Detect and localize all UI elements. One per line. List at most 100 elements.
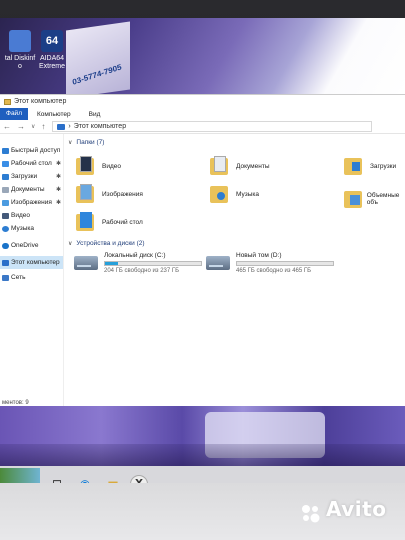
- folder-3d-objects[interactable]: Объемные объ: [344, 189, 405, 209]
- address-path[interactable]: › Этот компьютер: [52, 121, 373, 132]
- downloads-folder-icon: [344, 156, 364, 176]
- breadcrumb-chevron-icon: ›: [68, 123, 71, 130]
- desktop-background: tal Diskinf o 64 AIDA64 Extreme 03-5774-…: [0, 18, 405, 99]
- task-view-icon[interactable]: ⊟: [46, 473, 68, 484]
- chevron-down-icon[interactable]: ∨: [28, 123, 38, 130]
- drives-group-header[interactable]: ∨ Устройства и диски (2): [68, 240, 145, 247]
- watermark: Avito: [326, 497, 387, 521]
- explorer-icon[interactable]: ▬: [102, 473, 124, 484]
- chevron-down-icon: ∨: [68, 241, 73, 247]
- music-folder-icon: [210, 184, 230, 204]
- folder-desktop[interactable]: Рабочий стол: [76, 212, 143, 232]
- ribbon-tabs: Файл Компьютер Вид: [0, 108, 405, 120]
- video-folder-icon: [76, 156, 96, 176]
- music-icon: [2, 225, 9, 232]
- drive-usage-fill: [105, 262, 119, 265]
- breadcrumb: Этот компьютер: [73, 123, 127, 130]
- folder-music[interactable]: Музыка: [210, 184, 259, 204]
- folder-label: Загрузки: [370, 162, 397, 170]
- taskbar: ⊟ ◉ ▬ Y: [0, 466, 405, 483]
- hard-drive-icon: [74, 256, 98, 270]
- group-title: Устройства и диски (2): [76, 240, 145, 247]
- forward-arrow-icon[interactable]: →: [14, 122, 28, 131]
- nav-item-quick-access[interactable]: Быстрый доступ: [0, 144, 63, 157]
- desktop-folder-icon: [2, 160, 9, 167]
- back-arrow-icon[interactable]: ←: [0, 122, 14, 131]
- network-icon: [2, 274, 9, 281]
- folder-label: Музыка: [236, 190, 259, 198]
- pin-icon: ✱: [55, 161, 61, 167]
- edge-icon[interactable]: ◉: [74, 473, 96, 484]
- computer-icon: [2, 259, 9, 266]
- desktop-wallpaper: [0, 406, 405, 466]
- drive-label: Новый том (D:): [236, 252, 282, 259]
- folder-label: Документы: [236, 162, 270, 170]
- video-icon: [2, 212, 9, 219]
- drive-usage-bar: [104, 261, 202, 266]
- documents-folder-icon: [210, 156, 230, 176]
- screen: tal Diskinf o 64 AIDA64 Extreme 03-5774-…: [0, 18, 405, 483]
- group-title: Папки (7): [76, 139, 105, 146]
- pictures-folder-icon: [76, 184, 96, 204]
- nav-item-onedrive[interactable]: OneDrive: [0, 239, 63, 252]
- tab-view[interactable]: Вид: [80, 111, 110, 118]
- desktop-icon-label: AIDA64 Extreme: [38, 55, 66, 70]
- nav-item-label: Этот компьютер: [11, 259, 60, 266]
- up-arrow-icon[interactable]: ↑: [38, 122, 48, 131]
- folders-group-header[interactable]: ∨ Папки (7): [68, 139, 104, 146]
- aida64-icon: 64: [41, 30, 63, 52]
- nav-item-downloads[interactable]: Загрузки ✱: [0, 170, 63, 183]
- folder-downloads[interactable]: Загрузки: [344, 156, 396, 176]
- pin-icon: ✱: [55, 174, 61, 180]
- chevron-down-icon: ∨: [68, 140, 73, 146]
- nav-item-label: OneDrive: [11, 242, 39, 249]
- title-bar: Этот компьютер: [0, 95, 405, 108]
- nav-item-label: Сеть: [11, 274, 26, 281]
- folder-label: Объемные объ: [366, 192, 400, 206]
- nav-item-this-pc[interactable]: Этот компьютер: [0, 256, 63, 269]
- drive-free-space: 204 ГБ свободно из 237 ГБ: [104, 268, 180, 274]
- taskbar-thumbnail[interactable]: [0, 467, 40, 483]
- crystaldiskinfo-icon: [9, 30, 31, 52]
- nav-item-documents[interactable]: Документы ✱: [0, 183, 63, 196]
- download-icon: [2, 173, 9, 180]
- drive-usage-bar: [236, 261, 334, 266]
- address-bar: ← → ∨ ↑ › Этот компьютер: [0, 120, 405, 134]
- star-icon: [2, 147, 9, 154]
- nav-item-label: Рабочий стол: [11, 160, 52, 167]
- drive-d[interactable]: Новый том (D:) 465 ГБ свободно из 465 ГБ: [206, 252, 334, 274]
- nav-item-music[interactable]: Музыка: [0, 222, 63, 235]
- folder-video[interactable]: Видео: [76, 156, 121, 176]
- folder-documents[interactable]: Документы: [210, 156, 270, 176]
- tab-file[interactable]: Файл: [0, 108, 28, 120]
- desktop-icon-aida64[interactable]: 64 AIDA64 Extreme: [34, 30, 70, 71]
- folder-label: Изображения: [102, 190, 143, 198]
- folder-label: Видео: [102, 162, 121, 170]
- folder-icon: [4, 98, 11, 105]
- computer-icon: [57, 123, 66, 130]
- avito-logo-icon: [302, 505, 320, 523]
- pin-icon: ✱: [55, 187, 61, 193]
- wallpaper-poster: 03-5774-7905: [66, 21, 130, 99]
- folder-pictures[interactable]: Изображения: [76, 184, 143, 204]
- desktop-icon-crystaldiskinfo[interactable]: tal Diskinf o: [2, 30, 38, 71]
- drive-free-space: 465 ГБ свободно из 465 ГБ: [236, 268, 312, 274]
- nav-item-label: Видео: [11, 212, 30, 219]
- nav-item-network[interactable]: Сеть: [0, 271, 63, 284]
- drive-label: Локальный диск (C:): [104, 252, 166, 259]
- tab-computer[interactable]: Компьютер: [28, 111, 80, 118]
- cloud-icon: [2, 242, 9, 249]
- nav-item-label: Изображения: [11, 199, 52, 206]
- drive-c[interactable]: Локальный диск (C:) 204 ГБ свободно из 2…: [74, 252, 202, 274]
- pictures-icon: [2, 199, 9, 206]
- yandex-icon[interactable]: Y: [130, 474, 148, 483]
- nav-item-desktop[interactable]: Рабочий стол ✱: [0, 157, 63, 170]
- nav-item-pictures[interactable]: Изображения ✱: [0, 196, 63, 209]
- nav-item-video[interactable]: Видео: [0, 209, 63, 222]
- documents-icon: [2, 186, 9, 193]
- nav-item-label: Загрузки: [11, 173, 38, 180]
- content-pane: ∨ Папки (7) Видео Документы Загрузки Изо…: [64, 134, 405, 406]
- nav-item-label: Быстрый доступ: [11, 147, 61, 154]
- hard-drive-icon: [206, 256, 230, 270]
- nav-item-label: Музыка: [11, 225, 34, 232]
